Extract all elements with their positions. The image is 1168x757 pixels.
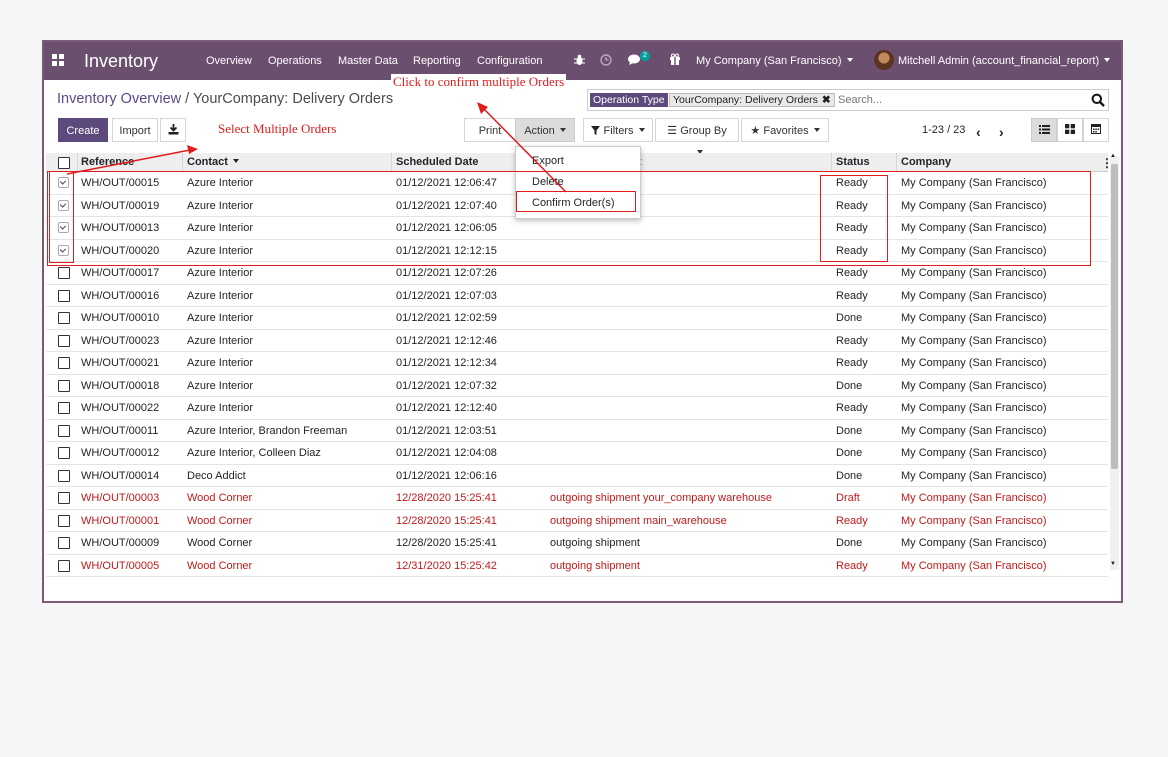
annotation-arrows [66, 102, 567, 193]
arrow-to-confirm-label [483, 108, 567, 193]
arrow-to-select-label [66, 149, 191, 175]
arrowhead-icon [187, 145, 198, 154]
